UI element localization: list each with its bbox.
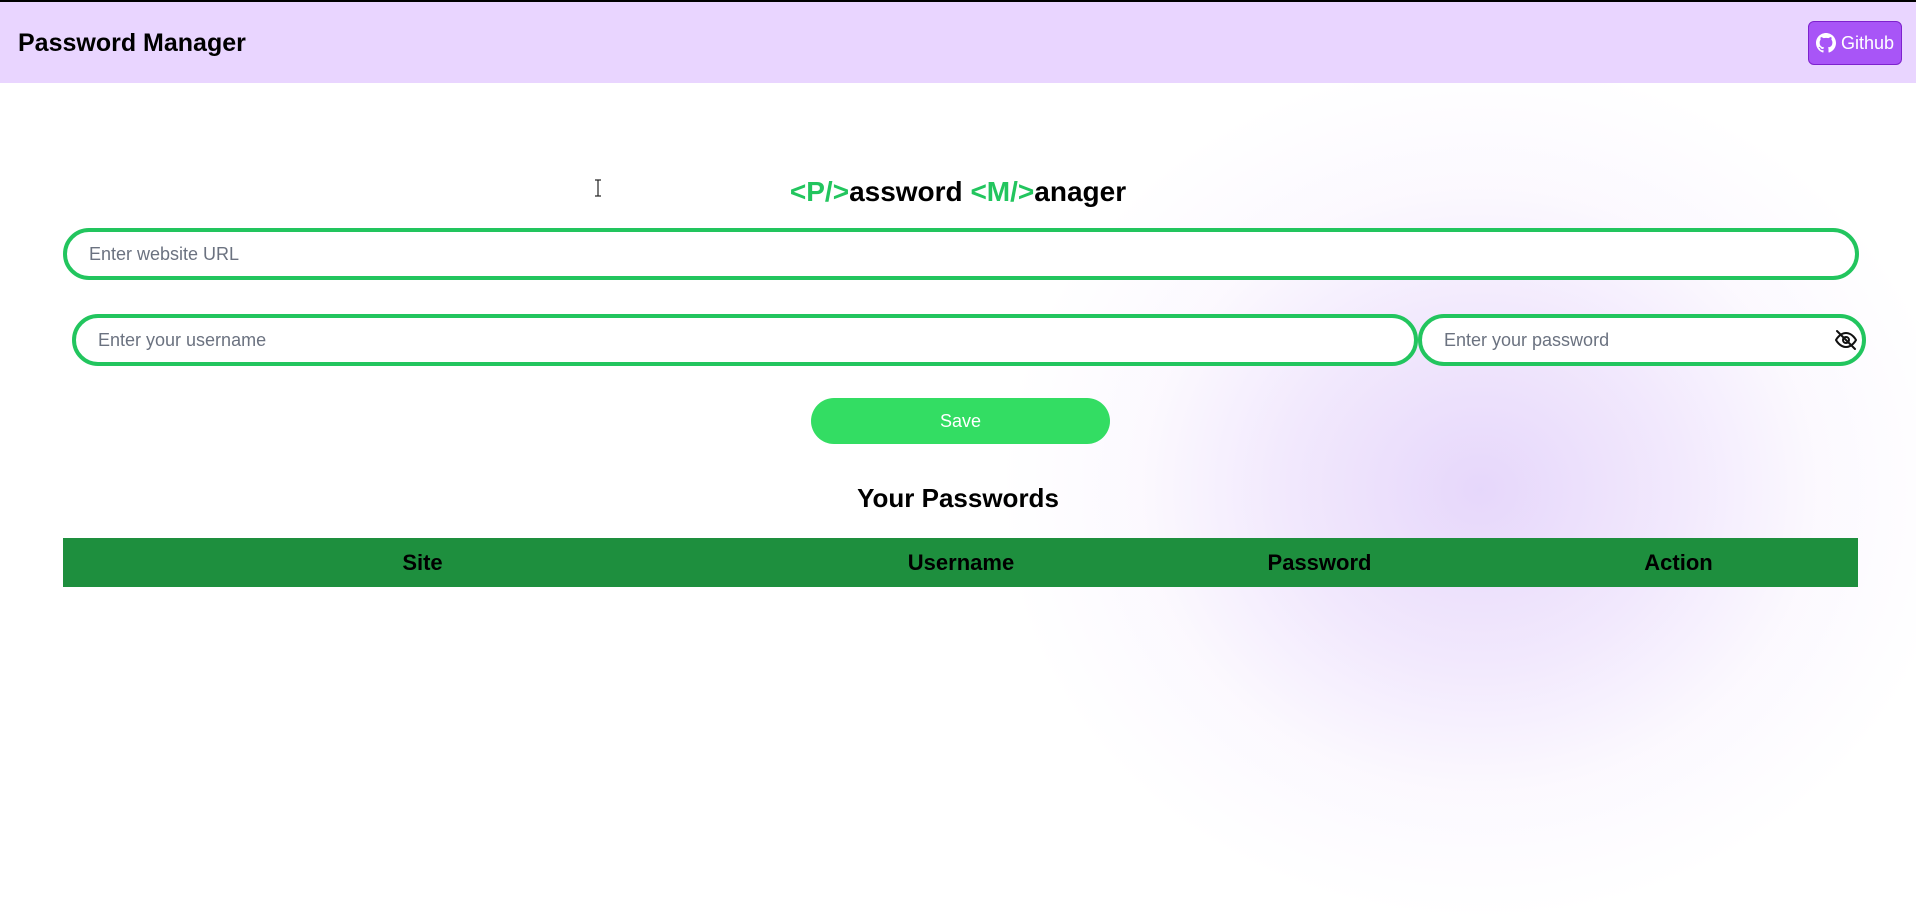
title-p-rest: assword: [849, 176, 963, 207]
title-p-tag: <P/>: [789, 176, 850, 207]
passwords-table: Site Username Password Action: [63, 538, 1858, 587]
text-cursor-icon: [595, 179, 601, 197]
website-url-input[interactable]: [63, 228, 1859, 280]
github-label: Github: [1840, 32, 1895, 53]
table-header-row: Site Username Password Action: [63, 538, 1858, 587]
passwords-heading: Your Passwords: [857, 483, 1059, 513]
column-header-password: Password: [1140, 538, 1499, 587]
save-button[interactable]: Save: [811, 398, 1110, 444]
navbar: Password Manager Github: [0, 2, 1916, 83]
title-m-rest: anager: [1034, 176, 1127, 207]
username-input[interactable]: [72, 314, 1418, 366]
password-input[interactable]: [1418, 314, 1866, 366]
github-icon: [1815, 33, 1836, 53]
github-button[interactable]: Github: [1808, 21, 1902, 65]
title-m-tag: <M/>: [970, 176, 1035, 207]
column-header-site: Site: [63, 538, 782, 587]
column-header-username: Username: [782, 538, 1140, 587]
main-content: <P/>assword <M/>anager Save Your Passwor…: [0, 83, 1916, 911]
app-title: <P/>assword <M/>anager: [0, 176, 1916, 208]
column-header-action: Action: [1499, 538, 1858, 587]
brand-title: Password Manager: [18, 29, 246, 57]
eye-slash-icon[interactable]: [1834, 328, 1858, 352]
